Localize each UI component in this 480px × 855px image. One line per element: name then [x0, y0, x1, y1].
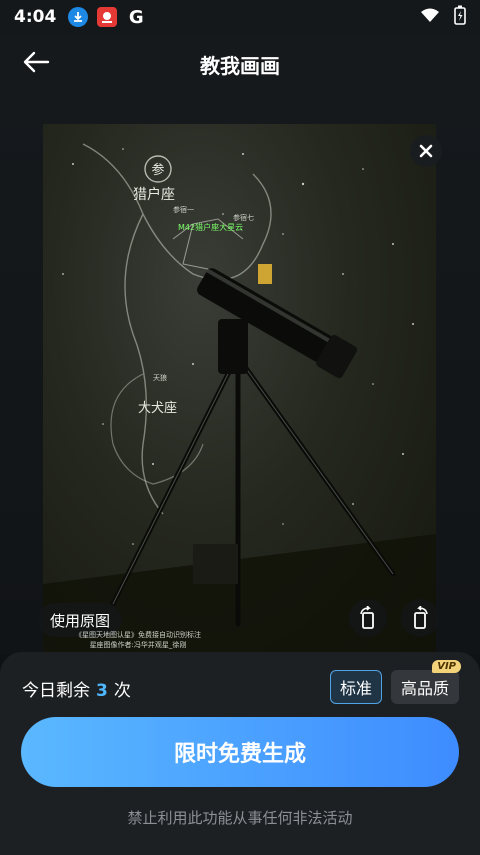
app-notification-icon	[97, 7, 118, 27]
rotate-right-button[interactable]	[401, 599, 439, 637]
status-bar: 4:04 G	[0, 0, 480, 34]
page-title: 教我画画	[200, 53, 280, 78]
remaining-suffix: 次	[113, 681, 131, 701]
quality-high-option[interactable]: 高品质 VIP	[391, 660, 461, 704]
rotate-left-button[interactable]	[349, 599, 387, 637]
bottom-sheet: 今日剩余 3 次 标准 高品质 VIP 限时免费生成 禁止利用此功能从事任何非法…	[0, 652, 480, 855]
download-icon	[68, 7, 89, 27]
generate-button[interactable]: 限时免费生成	[21, 717, 459, 787]
rotate-left-icon	[360, 606, 374, 629]
constellation-label-canis-major: 大犬座	[138, 401, 177, 416]
close-icon	[419, 144, 433, 158]
back-button[interactable]	[20, 48, 54, 82]
caption-line-2: 星座图像作者:冯华并观星_徐刚	[89, 641, 187, 649]
remaining-count-text: 今日剩余 3 次	[22, 676, 131, 701]
image-caption: 《星图天地图认星》免费接自动识别标注 星座图像作者:冯华并观星_徐刚	[48, 630, 228, 650]
vip-badge: VIP	[432, 660, 461, 673]
rotate-right-icon	[414, 606, 428, 629]
top-bar: 教我画画	[0, 34, 480, 94]
google-icon: G	[128, 6, 144, 28]
star-label-1: 参宿一	[173, 205, 194, 214]
star-chart-telescope-image: 参 猎户座 参宿一 参宿七 M42猎户座大星云 天狼 大犬座	[43, 143, 436, 654]
wifi-icon	[420, 7, 440, 27]
constellation-label-orion: 猎户座	[133, 186, 175, 203]
quality-high-label: 高品质	[400, 679, 449, 698]
disclaimer-text: 禁止利用此功能从事任何非法活动	[127, 809, 353, 827]
remaining-prefix: 今日剩余	[22, 681, 90, 701]
star-label-2: 参宿七	[233, 213, 254, 222]
quality-standard-option[interactable]: 标准	[330, 670, 382, 704]
arrow-left-icon	[23, 51, 50, 73]
caption-line-1: 《星图天地图认星》免费接自动识别标注	[75, 631, 201, 639]
close-button[interactable]	[410, 135, 442, 167]
star-label-3: 天狼	[153, 373, 167, 382]
image-preview-area: 参 猎户座 参宿一 参宿七 M42猎户座大星云 天狼 大犬座	[0, 94, 480, 654]
status-time: 4:04	[14, 7, 57, 27]
remaining-count: 3	[96, 681, 108, 701]
battery-charging-icon	[454, 5, 466, 29]
preview-photo: 参 猎户座 参宿一 参宿七 M42猎户座大星云 天狼 大犬座	[43, 124, 436, 654]
highlight-label: M42猎户座大星云	[178, 222, 243, 232]
constellation-badge-text: 参	[151, 162, 164, 178]
